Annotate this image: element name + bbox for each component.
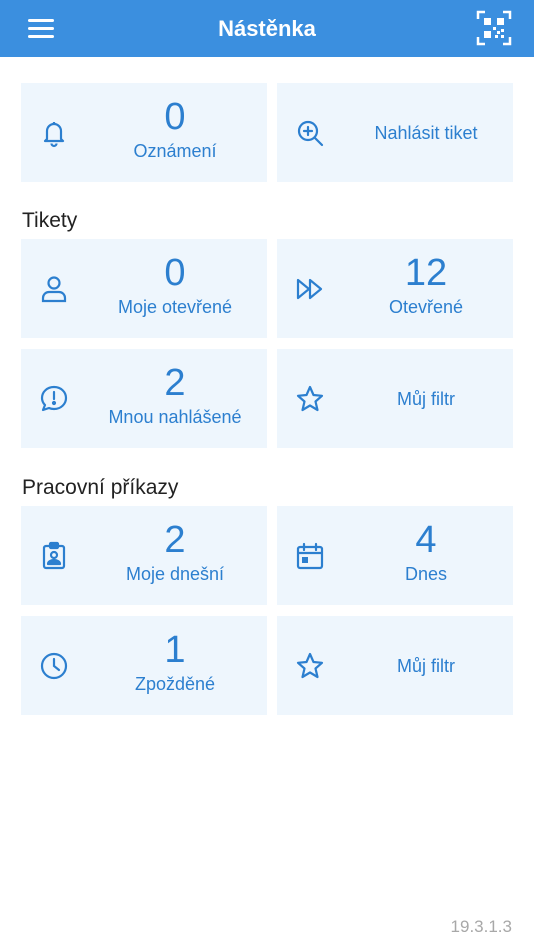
delayed-tile[interactable]: 1 Zpožděné — [21, 616, 267, 715]
reported-by-me-label: Mnou nahlášené — [108, 407, 242, 427]
reported-by-me-count: 2 — [164, 362, 186, 404]
fast-forward-icon — [295, 274, 325, 304]
star-icon — [295, 384, 325, 414]
page-title: Nástěnka — [218, 16, 316, 41]
open-tickets-label: Otevřené — [388, 297, 464, 317]
today-tile[interactable]: 4 Dnes — [277, 506, 513, 605]
zoom-in-icon — [295, 118, 325, 148]
work-order-my-filter-label: Můj filtr — [397, 656, 455, 676]
alert-bubble-icon — [39, 384, 69, 414]
star-icon — [295, 651, 325, 681]
bell-icon — [39, 118, 69, 148]
open-tickets-tile[interactable]: 12 Otevřené — [277, 239, 513, 338]
delayed-count: 1 — [164, 629, 186, 671]
my-today-label: Moje dnešní — [125, 564, 225, 584]
my-today-tile[interactable]: 2 Moje dnešní — [21, 506, 267, 605]
calendar-icon — [295, 541, 325, 571]
my-open-tickets-label: Moje otevřené — [117, 297, 233, 317]
delayed-label: Zpožděné — [134, 674, 216, 694]
user-icon — [39, 274, 69, 304]
top-app-bar: Nástěnka — [0, 0, 534, 57]
my-today-count: 2 — [164, 519, 186, 561]
ticket-my-filter-label: Můj filtr — [397, 389, 455, 409]
app-version: 19.3.1.3 — [450, 917, 512, 936]
my-open-tickets-count: 0 — [164, 252, 186, 294]
clock-icon — [39, 651, 69, 681]
today-count: 4 — [415, 519, 437, 561]
notifications-tile[interactable]: 0 Oznámení — [21, 83, 267, 182]
notifications-label: Oznámení — [133, 141, 217, 161]
badge-icon — [39, 541, 69, 571]
ticket-my-filter-tile[interactable]: Můj filtr — [277, 349, 513, 448]
open-tickets-count: 12 — [404, 252, 448, 294]
qr-code-icon[interactable] — [476, 10, 512, 46]
report-ticket-tile[interactable]: Nahlásit tiket — [277, 83, 513, 182]
section-title-tickets: Tikety — [22, 209, 78, 232]
section-title-work-orders: Pracovní příkazy — [22, 476, 179, 499]
my-open-tickets-tile[interactable]: 0 Moje otevřené — [21, 239, 267, 338]
today-label: Dnes — [404, 564, 448, 584]
work-order-my-filter-tile[interactable]: Můj filtr — [277, 616, 513, 715]
notifications-count: 0 — [164, 96, 186, 138]
reported-by-me-tile[interactable]: 2 Mnou nahlášené — [21, 349, 267, 448]
report-ticket-label: Nahlásit tiket — [374, 123, 478, 143]
